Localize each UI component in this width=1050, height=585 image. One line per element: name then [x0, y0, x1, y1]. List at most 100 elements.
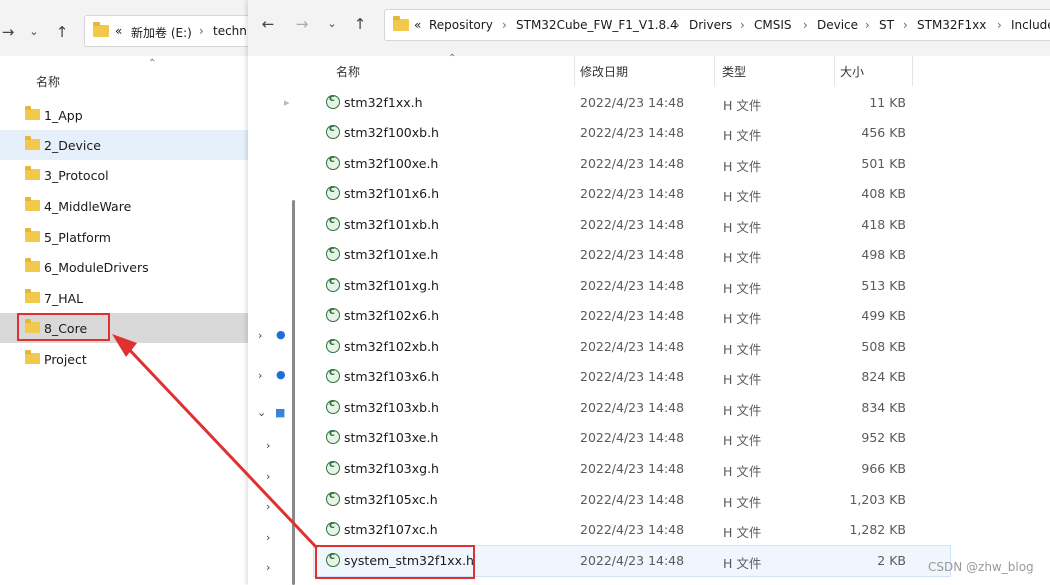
column-divider[interactable]: [834, 56, 835, 86]
navigation-pane: ▸ › ● › ● ⌄ ■ › › › › ›: [248, 56, 290, 585]
c-header-file-icon: [326, 276, 340, 292]
expand-chevron-icon[interactable]: ›: [258, 369, 262, 382]
file-row[interactable]: stm32f101xg.h 2022/4/23 14:48 H 文件 513 K…: [314, 271, 950, 301]
breadcrumb-st[interactable]: ST: [879, 18, 894, 32]
file-row[interactable]: stm32f103x6.h 2022/4/23 14:48 H 文件 824 K…: [314, 362, 950, 392]
folder-icon: [93, 22, 109, 37]
file-name: stm32f103xg.h: [344, 461, 439, 476]
folder-row[interactable]: 4_MiddleWare: [0, 191, 252, 221]
breadcrumb-separator[interactable]: ›: [502, 18, 507, 32]
name-column-header[interactable]: 名称: [36, 73, 60, 90]
breadcrumb-separator[interactable]: ›: [865, 18, 870, 32]
file-row[interactable]: stm32f103xb.h 2022/4/23 14:48 H 文件 834 K…: [314, 393, 950, 423]
c-header-file-icon: [326, 215, 340, 231]
file-row[interactable]: stm32f105xc.h 2022/4/23 14:48 H 文件 1,203…: [314, 485, 950, 515]
type-column-header[interactable]: 类型: [722, 63, 746, 80]
file-size: 513 KB: [861, 278, 906, 293]
date-column-header[interactable]: 修改日期: [580, 63, 628, 80]
file-row[interactable]: stm32f102xb.h 2022/4/23 14:48 H 文件 508 K…: [314, 332, 950, 362]
column-divider[interactable]: [912, 56, 913, 86]
expand-chevron-icon[interactable]: ›: [266, 561, 270, 574]
breadcrumb-cmsis[interactable]: CMSIS: [754, 18, 792, 32]
breadcrumb-overflow[interactable]: «: [115, 24, 122, 38]
file-row[interactable]: stm32f103xg.h 2022/4/23 14:48 H 文件 966 K…: [314, 454, 950, 484]
breadcrumb-drivers[interactable]: Drivers: [689, 18, 732, 32]
file-type: H 文件: [723, 372, 762, 387]
recent-dropdown-icon[interactable]: ⌄: [320, 12, 344, 36]
file-date: 2022/4/23 14:48: [580, 217, 685, 232]
folder-row[interactable]: 2_Device: [0, 130, 252, 160]
column-divider[interactable]: [714, 56, 715, 86]
up-icon[interactable]: ↑: [50, 20, 74, 44]
breadcrumb-folder[interactable]: techni: [213, 24, 250, 38]
navigation-pane-scrollbar[interactable]: [292, 200, 295, 585]
up-icon[interactable]: ↑: [348, 12, 372, 36]
size-column-header[interactable]: 大小: [840, 63, 864, 80]
file-name: stm32f102xb.h: [344, 339, 439, 354]
file-date: 2022/4/23 14:48: [580, 553, 685, 568]
right-navigation-bar: ← → ⌄ ↑ « Repository › STM32Cube_FW_F1_V…: [248, 0, 1050, 56]
folder-row[interactable]: 6_ModuleDrivers: [0, 252, 252, 282]
file-date: 2022/4/23 14:48: [580, 461, 685, 476]
forward-icon[interactable]: →: [0, 20, 20, 44]
file-size: 1,203 KB: [849, 492, 906, 507]
c-header-file-icon: [326, 459, 340, 475]
right-address-bar[interactable]: « Repository › STM32Cube_FW_F1_V1.8.4 › …: [384, 9, 1050, 41]
recent-dropdown-icon[interactable]: ⌄: [22, 20, 46, 44]
folder-row[interactable]: Project: [0, 344, 252, 374]
file-row[interactable]: stm32f103xe.h 2022/4/23 14:48 H 文件 952 K…: [314, 423, 950, 453]
left-address-bar[interactable]: « 新加卷 (E:) › techni: [84, 15, 264, 47]
file-row[interactable]: stm32f101xe.h 2022/4/23 14:48 H 文件 498 K…: [314, 240, 950, 270]
breadcrumb-separator[interactable]: ›: [675, 18, 680, 32]
name-column-header[interactable]: 名称: [336, 63, 360, 80]
file-row[interactable]: stm32f107xc.h 2022/4/23 14:48 H 文件 1,282…: [314, 515, 950, 545]
breadcrumb-separator[interactable]: ›: [199, 24, 204, 38]
file-name: stm32f105xc.h: [344, 492, 438, 507]
breadcrumb-separator[interactable]: ›: [903, 18, 908, 32]
folder-name: 1_App: [44, 108, 83, 123]
breadcrumb-separator[interactable]: ›: [997, 18, 1002, 32]
file-type: H 文件: [723, 128, 762, 143]
breadcrumb-include[interactable]: Include: [1011, 18, 1050, 32]
back-icon[interactable]: ←: [256, 12, 280, 36]
file-size: 501 KB: [861, 156, 906, 171]
breadcrumb-separator[interactable]: ›: [803, 18, 808, 32]
expand-chevron-icon[interactable]: ›: [266, 500, 270, 513]
collapse-chevron-icon[interactable]: ⌄: [257, 406, 266, 419]
file-name: stm32f100xb.h: [344, 125, 439, 140]
folder-row[interactable]: 7_HAL: [0, 283, 252, 313]
breadcrumb-overflow[interactable]: «: [414, 18, 421, 32]
file-row[interactable]: stm32f1xx.h 2022/4/23 14:48 H 文件 11 KB: [314, 88, 950, 118]
expand-chevron-icon[interactable]: ›: [258, 329, 262, 342]
file-date: 2022/4/23 14:48: [580, 369, 685, 384]
file-type: H 文件: [723, 159, 762, 174]
expand-chevron-icon[interactable]: ›: [266, 531, 270, 544]
folder-row[interactable]: 1_App: [0, 100, 252, 130]
c-header-file-icon: [326, 428, 340, 444]
breadcrumb-stm32f1xx[interactable]: STM32F1xx: [917, 18, 986, 32]
c-header-file-icon: [326, 245, 340, 261]
breadcrumb-repository[interactable]: Repository: [429, 18, 493, 32]
file-row[interactable]: stm32f101x6.h 2022/4/23 14:48 H 文件 408 K…: [314, 179, 950, 209]
cloud-icon: ●: [276, 328, 286, 341]
column-divider[interactable]: [574, 56, 575, 86]
file-row[interactable]: stm32f100xe.h 2022/4/23 14:48 H 文件 501 K…: [314, 149, 950, 179]
file-name: stm32f101xe.h: [344, 247, 439, 262]
breadcrumb-device[interactable]: Device: [817, 18, 858, 32]
folder-row[interactable]: 5_Platform: [0, 222, 252, 252]
file-row[interactable]: stm32f101xb.h 2022/4/23 14:48 H 文件 418 K…: [314, 210, 950, 240]
breadcrumb-drive[interactable]: 新加卷 (E:): [131, 24, 192, 41]
breadcrumb-firmware[interactable]: STM32Cube_FW_F1_V1.8.4: [516, 18, 678, 32]
file-type: H 文件: [723, 525, 762, 540]
file-size: 1,282 KB: [849, 522, 906, 537]
forward-icon[interactable]: →: [290, 12, 314, 36]
breadcrumb-separator[interactable]: ›: [740, 18, 745, 32]
file-row[interactable]: stm32f102x6.h 2022/4/23 14:48 H 文件 499 K…: [314, 301, 950, 331]
file-size: 952 KB: [861, 430, 906, 445]
expand-chevron-icon[interactable]: ›: [266, 439, 270, 452]
folder-icon: [25, 228, 40, 242]
file-row[interactable]: stm32f100xb.h 2022/4/23 14:48 H 文件 456 K…: [314, 118, 950, 148]
folder-row[interactable]: 3_Protocol: [0, 160, 252, 190]
file-name: stm32f100xe.h: [344, 156, 439, 171]
expand-chevron-icon[interactable]: ›: [266, 470, 270, 483]
